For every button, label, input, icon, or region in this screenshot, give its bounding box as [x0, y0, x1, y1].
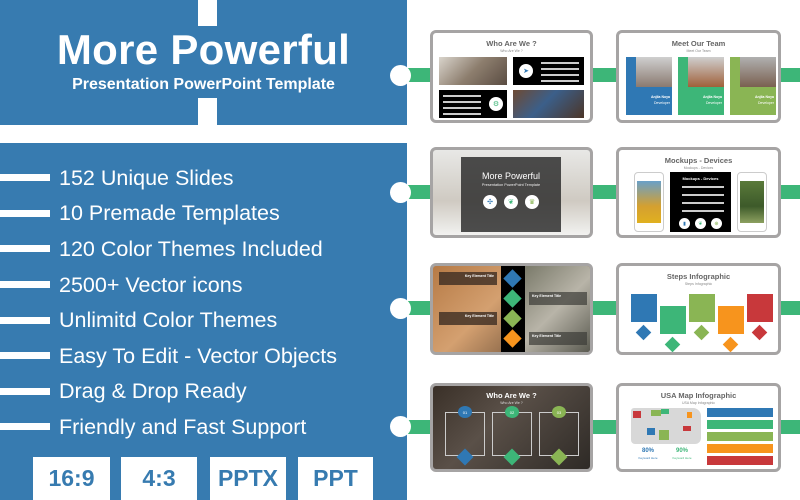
trophy-icon: ♛ — [525, 195, 539, 209]
connector-bar — [779, 420, 800, 434]
step-box — [689, 294, 715, 322]
slide-thumbnail-mockups[interactable]: Mockups - Devices Mockups - Devices Mock… — [616, 147, 781, 238]
format-tag-4-3: 4:3 — [121, 457, 197, 500]
divider-strip — [198, 98, 217, 125]
info-panel: Mockups - Devices ▮ ❦ ⊕ — [670, 172, 731, 232]
title-overlay: More Powerful Presentation PowerPoint Te… — [461, 157, 561, 232]
slide-thumbnail-title[interactable]: More Powerful Presentation PowerPoint Te… — [430, 147, 593, 238]
feature-item: 2500+ Vector icons — [0, 267, 337, 303]
slide-subtitle: Mockups - Devices — [683, 166, 714, 170]
feature-label: 2500+ Vector icons — [59, 272, 243, 297]
stat-value: 90% — [675, 448, 688, 454]
target-icon: ⊕ — [711, 218, 722, 229]
feature-item: 10 Premade Templates — [0, 196, 337, 232]
timeline-dot — [390, 298, 411, 319]
slide-title: Who Are We ? — [486, 391, 537, 400]
team-member-card: Anjila Noya Developer — [626, 57, 672, 115]
connector-bar — [779, 185, 800, 199]
slide-subtitle: USA Map Infographic — [681, 401, 716, 405]
leaf-icon: ❦ — [695, 218, 706, 229]
feature-item: Drag & Drop Ready — [0, 374, 337, 410]
slide-thumbnail-meet-our-team[interactable]: Meet Our Team Meet Our Team Anjila Noya … — [616, 30, 781, 123]
bullet-dash — [0, 174, 50, 182]
slide-thumbnail-usa-map[interactable]: USA Map Infographic USA Map Infographic … — [616, 383, 781, 472]
format-tag-ppt: PPT — [298, 457, 373, 500]
laptops-photo — [513, 90, 584, 118]
feature-label: Easy To Edit - Vector Objects — [59, 343, 338, 368]
feature-label: 152 Unique Slides — [59, 165, 234, 190]
phone-mockup — [634, 172, 664, 232]
connector-bar — [779, 68, 800, 82]
feature-item: Friendly and Fast Support — [0, 409, 337, 445]
slide-thumbnail-key-elements[interactable]: Key Element Title Key Element Title Key … — [430, 263, 593, 355]
info-panel: ⚙ — [439, 90, 507, 118]
bullet-dash — [0, 281, 50, 289]
slide-thumbnail-who-are-we[interactable]: Who Are We ? Who Are We ? ➤ ⚙ — [430, 30, 593, 123]
feature-label: 120 Color Themes Included — [59, 236, 323, 261]
slide-subtitle: Who Are We ? — [500, 401, 523, 405]
step-box — [747, 294, 773, 322]
info-panel: ➤ — [513, 57, 584, 85]
feature-item: 120 Color Themes Included — [0, 231, 337, 267]
team-member-card: Anjila Noya Developer — [678, 57, 724, 115]
team-member-card: Anjila Noya Developer — [730, 57, 776, 115]
slide-subtitle: Who Are We ? — [500, 49, 523, 53]
feature-label: Friendly and Fast Support — [59, 414, 307, 439]
bullet-dash — [0, 316, 50, 324]
connector-bar — [590, 185, 618, 199]
slide-thumbnail-steps[interactable]: Steps Infographic Steps Infographic — [616, 263, 781, 355]
feature-item: 152 Unique Slides — [0, 160, 337, 196]
slide-subtitle: Meet Our Team — [686, 49, 711, 53]
slide-title: Mockups - Devices — [664, 156, 733, 165]
feature-label: Drag & Drop Ready — [59, 379, 247, 404]
send-icon: ➤ — [519, 64, 533, 78]
connector-bar — [590, 420, 618, 434]
phone-mockup — [737, 172, 767, 232]
slide-title: Steps Infographic — [666, 272, 731, 281]
bullet-dash — [0, 209, 50, 217]
feature-label: 10 Premade Templates — [59, 201, 280, 226]
divider-strip — [198, 0, 217, 26]
step-box — [660, 306, 686, 334]
format-tag-pptx: PPTX — [210, 457, 286, 500]
slide-thumbnail-who-are-we-2[interactable]: Who Are We ? Who Are We ? 01 02 03 — [430, 383, 593, 472]
list-bar — [707, 444, 773, 453]
bullet-dash — [0, 387, 50, 395]
bullet-dash — [0, 245, 50, 253]
list-bar — [707, 420, 773, 429]
bullet-dash — [0, 423, 50, 431]
format-tag-16-9: 16:9 — [33, 457, 110, 500]
feature-item: Easy To Edit - Vector Objects — [0, 338, 337, 374]
stat-label: Keyword Here — [672, 456, 692, 460]
connector-bar — [779, 301, 800, 315]
slide-title: Meet Our Team — [671, 39, 726, 48]
leaf-icon: ❦ — [504, 195, 518, 209]
list-bar — [707, 432, 773, 441]
tablet-icon: ▮ — [679, 218, 690, 229]
timeline-dot — [390, 416, 411, 437]
stat-label: Keyword Here — [638, 456, 658, 460]
page-title: More Powerful — [56, 26, 351, 73]
timeline-dot — [390, 182, 411, 203]
page-subtitle: Presentation PowerPoint Template — [72, 76, 335, 93]
feature-label: Unlimitd Color Themes — [59, 308, 278, 333]
bullet-dash — [0, 352, 50, 360]
connector-bar — [590, 68, 618, 82]
gear-icon: ⚙ — [489, 97, 503, 111]
connector-bar — [590, 301, 618, 315]
step-box — [631, 294, 657, 322]
slide-subtitle: Steps Infographic — [684, 282, 713, 286]
usa-map — [631, 408, 701, 444]
list-bar — [707, 456, 773, 465]
step-box — [718, 306, 744, 334]
office-photo — [439, 57, 507, 85]
slide-title: USA Map Infographic — [660, 391, 737, 400]
stat-value: 80% — [641, 448, 654, 454]
feature-item: Unlimitd Color Themes — [0, 302, 337, 338]
feature-list: 152 Unique Slides 10 Premade Templates 1… — [0, 160, 337, 445]
share-icon: ✣ — [483, 195, 497, 209]
slide-title: Who Are We ? — [486, 39, 537, 48]
timeline-dot — [390, 65, 411, 86]
list-bar — [707, 408, 773, 417]
